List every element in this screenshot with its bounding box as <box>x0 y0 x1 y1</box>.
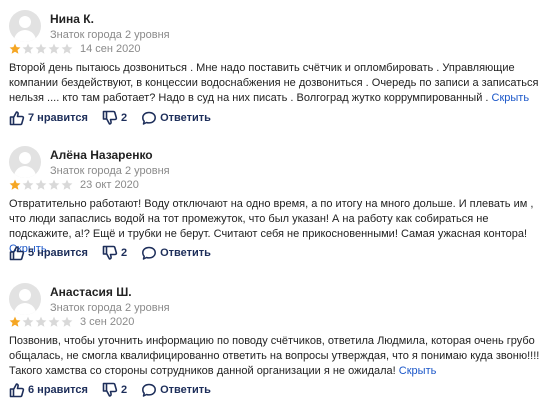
review-actions: 5 нравится 2 Ответить <box>9 245 225 261</box>
thumbs-down-icon <box>102 382 118 397</box>
dislike-button[interactable]: 2 <box>102 245 127 261</box>
reply-label: Ответить <box>160 112 211 124</box>
dislike-button[interactable]: 2 <box>102 382 127 398</box>
thumbs-down-icon <box>102 245 118 260</box>
like-count: 7 нравится <box>28 112 88 124</box>
rating-stars <box>9 316 73 328</box>
comment-icon <box>142 383 157 397</box>
star-filled-icon <box>9 316 21 327</box>
like-button[interactable]: 6 нравится <box>9 382 88 398</box>
review-body: Отвратительно работают! Воду отключают н… <box>9 198 534 240</box>
review-date: 14 сен 2020 <box>80 43 141 55</box>
author-name[interactable]: Алёна Назаренко <box>50 148 153 162</box>
author-level: Знаток города 2 уровня <box>50 165 170 177</box>
reply-label: Ответить <box>160 247 211 259</box>
thumbs-up-icon <box>9 111 25 126</box>
star-empty-icon <box>35 316 47 327</box>
like-count: 5 нравится <box>28 247 88 259</box>
review-actions: 6 нравится 2 Ответить <box>9 382 225 398</box>
comment-icon <box>142 111 157 125</box>
star-empty-icon <box>48 316 60 327</box>
review-text: Позвонив, чтобы уточнить информацию по п… <box>9 334 541 379</box>
review-date: 23 окт 2020 <box>80 179 139 191</box>
collapse-link[interactable]: Скрыть <box>492 92 530 104</box>
star-empty-icon <box>22 179 34 190</box>
dislike-count: 2 <box>120 112 128 124</box>
review-text: Второй день пытаюсь дозвониться . Мне на… <box>9 61 541 106</box>
thumbs-up-icon <box>9 383 25 398</box>
dislike-count: 2 <box>120 247 128 259</box>
star-empty-icon <box>22 43 34 54</box>
author-level: Знаток города 2 уровня <box>50 29 170 41</box>
star-empty-icon <box>35 43 47 54</box>
like-count: 6 нравится <box>28 384 88 396</box>
avatar[interactable] <box>9 283 41 315</box>
review-actions: 7 нравится 2 Ответить <box>9 110 225 126</box>
avatar[interactable] <box>9 10 41 42</box>
review-body: Второй день пытаюсь дозвониться . Мне на… <box>9 62 539 104</box>
author-name[interactable]: Анастасия Ш. <box>50 285 132 299</box>
star-filled-icon <box>9 179 21 190</box>
star-filled-icon <box>9 43 21 54</box>
star-empty-icon <box>48 179 60 190</box>
reply-button[interactable]: Ответить <box>141 245 211 261</box>
star-empty-icon <box>61 179 73 190</box>
star-empty-icon <box>61 43 73 54</box>
comment-icon <box>142 246 157 260</box>
star-empty-icon <box>22 316 34 327</box>
reply-button[interactable]: Ответить <box>141 110 211 126</box>
rating-stars <box>9 43 73 55</box>
thumbs-up-icon <box>9 246 25 261</box>
dislike-button[interactable]: 2 <box>102 110 127 126</box>
review-date: 3 сен 2020 <box>80 316 135 328</box>
like-button[interactable]: 5 нравится <box>9 245 88 261</box>
review-body: Позвонив, чтобы уточнить информацию по п… <box>9 335 540 377</box>
star-empty-icon <box>61 316 73 327</box>
reply-button[interactable]: Ответить <box>141 382 211 398</box>
avatar[interactable] <box>9 146 41 178</box>
author-level: Знаток города 2 уровня <box>50 302 170 314</box>
like-button[interactable]: 7 нравится <box>9 110 88 126</box>
star-empty-icon <box>48 43 60 54</box>
reply-label: Ответить <box>160 384 211 396</box>
rating-stars <box>9 179 73 191</box>
collapse-link[interactable]: Скрыть <box>399 365 437 377</box>
author-name[interactable]: Нина К. <box>50 12 94 26</box>
star-empty-icon <box>35 179 47 190</box>
dislike-count: 2 <box>120 384 128 396</box>
thumbs-down-icon <box>102 110 118 125</box>
